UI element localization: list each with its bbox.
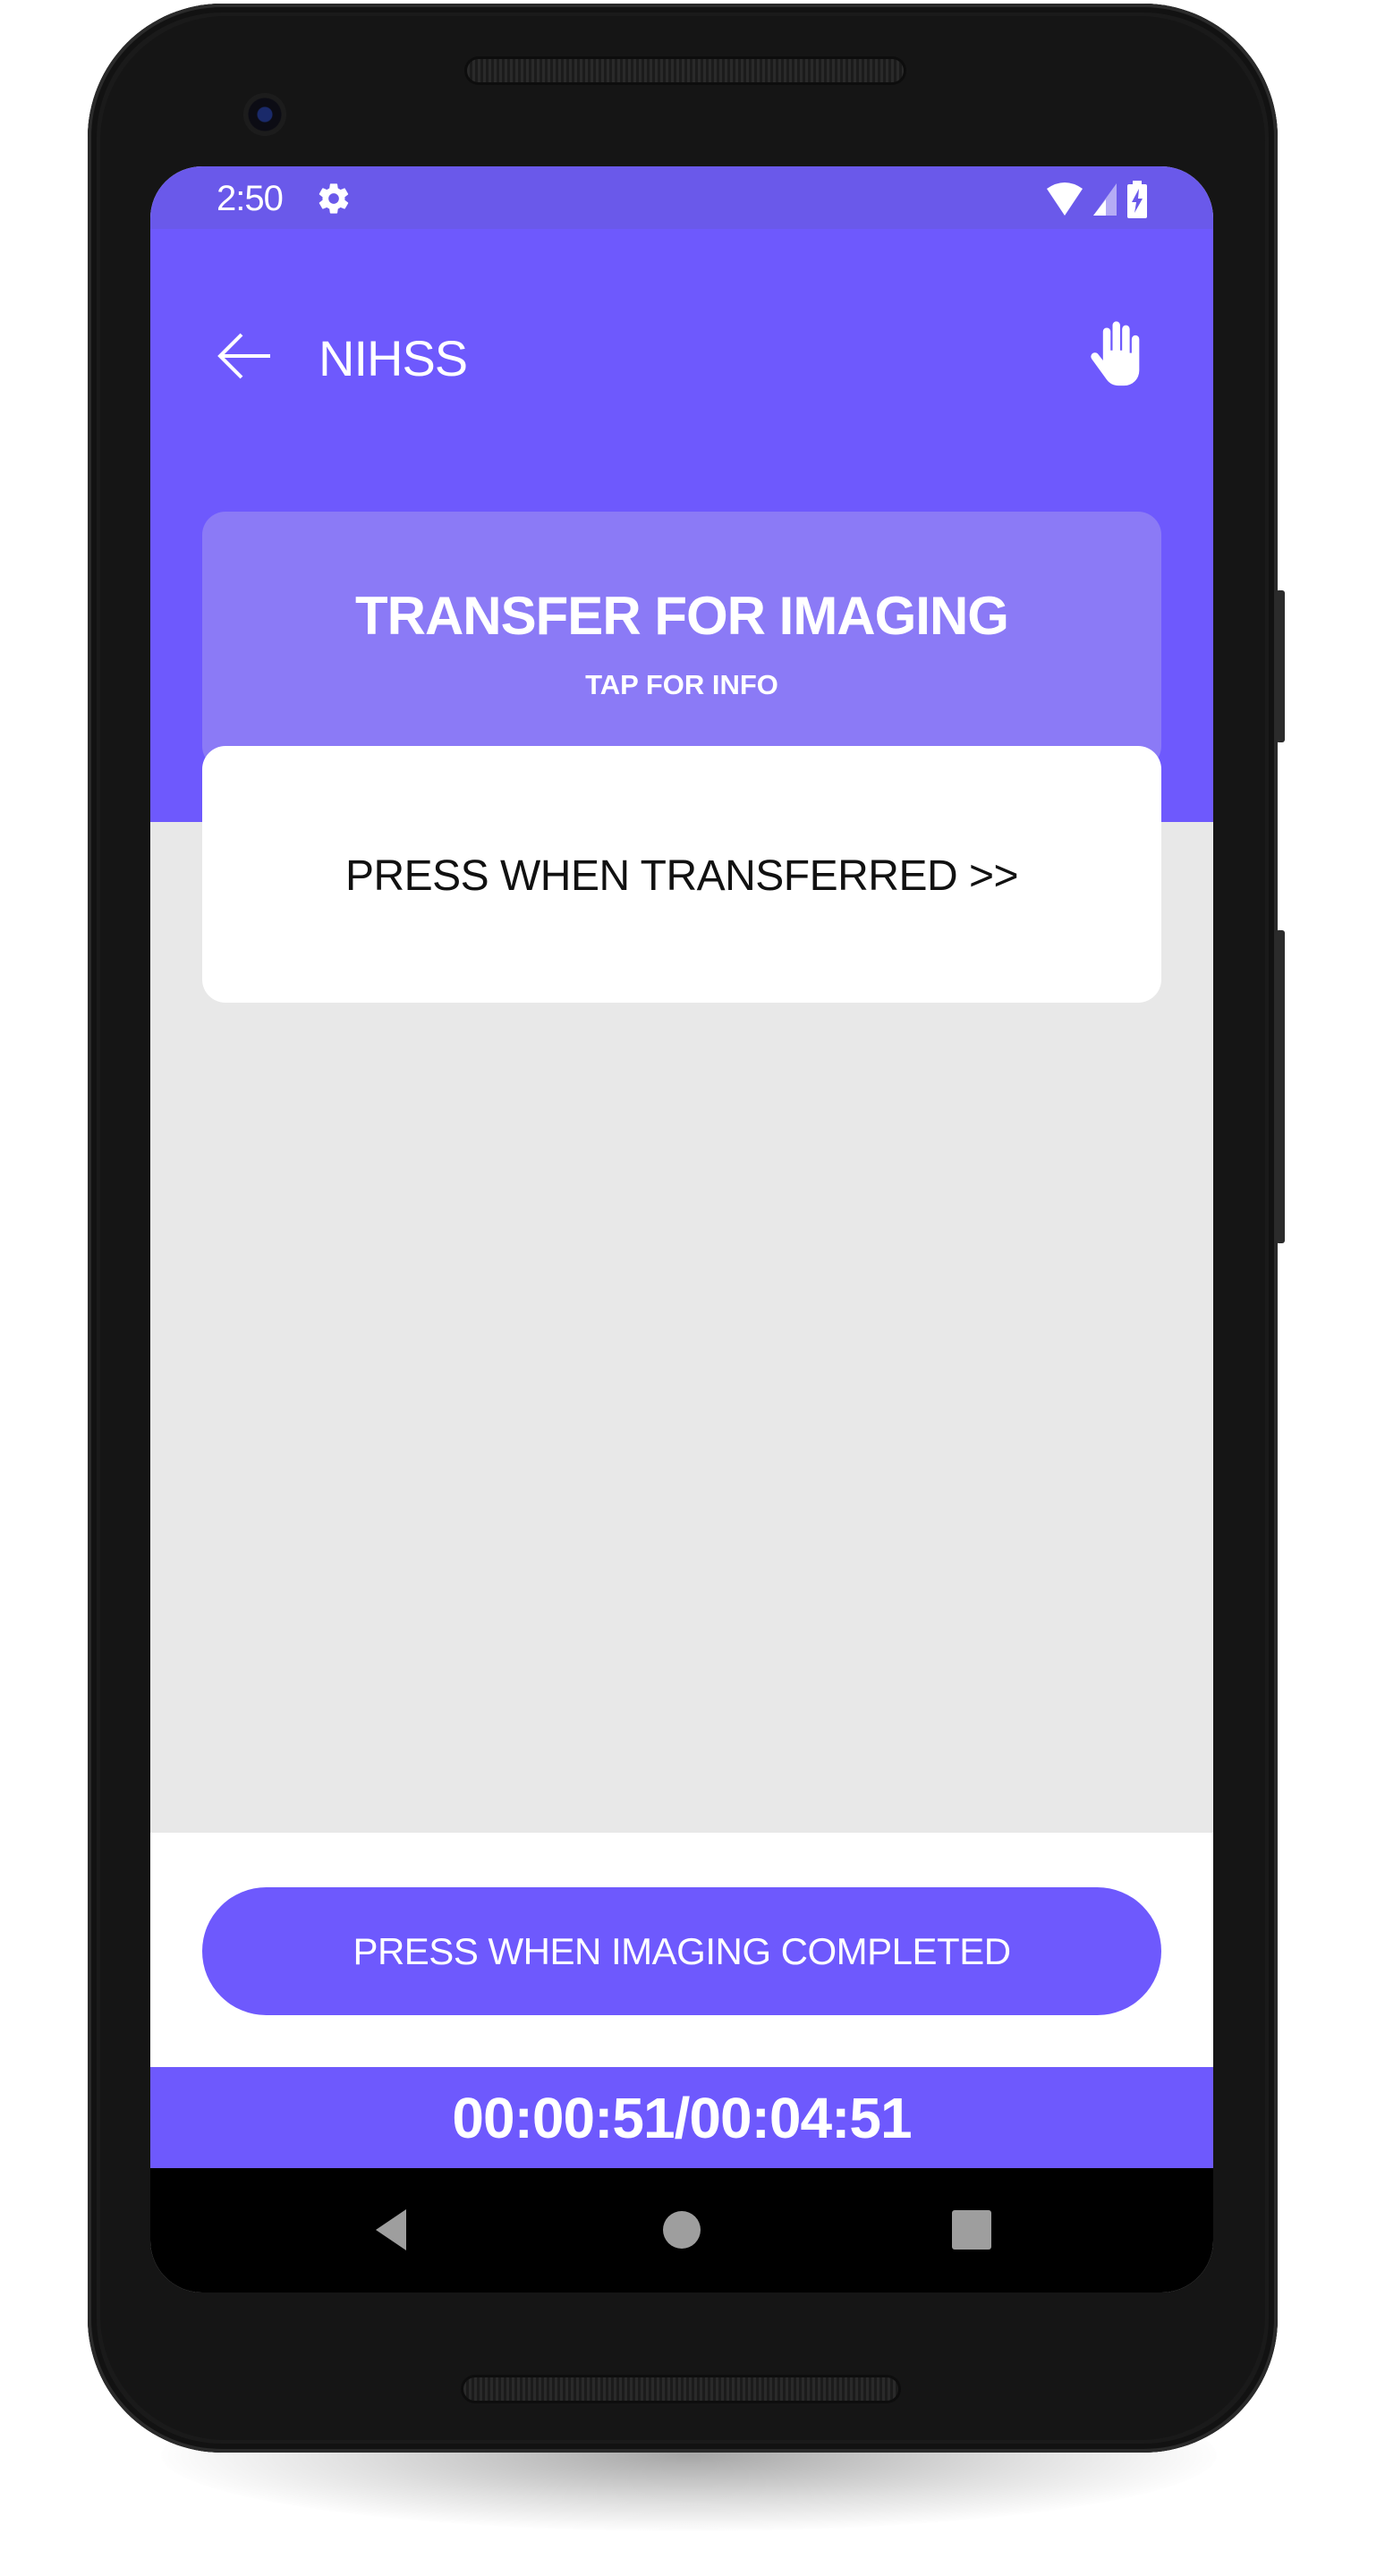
bottom-speaker [463,2377,898,2401]
power-button [1276,590,1285,742]
status-bar: 2:50 [150,166,1213,229]
device-screen: 2:50 NIHSS TRANSFER FOR IMAGING TAP FOR … [150,166,1213,2292]
timer-text: 00:00:51/00:04:51 [452,2086,912,2150]
front-camera [243,93,286,136]
navigation-bar [150,2168,1213,2292]
home-circle-icon[interactable] [659,2207,704,2252]
arrow-left-icon[interactable] [217,329,274,383]
info-card-subtitle: TAP FOR INFO [585,669,778,700]
battery-charging-icon [1127,181,1147,218]
imaging-completed-button[interactable]: PRESS WHEN IMAGING COMPLETED [202,1887,1161,2015]
gear-icon [319,183,349,214]
transferred-button-label: PRESS WHEN TRANSFERRED >> [344,852,1019,900]
wifi-icon [1047,182,1083,216]
bottom-panel: PRESS WHEN IMAGING COMPLETED [150,1833,1213,2067]
recents-square-icon[interactable] [949,2207,994,2252]
imaging-completed-label: PRESS WHEN IMAGING COMPLETED [353,1929,1011,1972]
timer-bar: 00:00:51/00:04:51 [150,2067,1213,2168]
signal-icon [1093,183,1117,216]
app-header: NIHSS TRANSFER FOR IMAGING TAP FOR INFO [150,229,1213,822]
status-time: 2:50 [217,179,284,218]
transferred-button[interactable]: PRESS WHEN TRANSFERRED >> [202,746,1161,1003]
status-icons [1045,181,1149,218]
volume-button [1276,930,1285,1243]
page-title: NIHSS [319,330,468,386]
hand-stop-icon[interactable] [1086,320,1147,388]
info-card-title: TRANSFER FOR IMAGING [355,586,1009,646]
back-triangle-icon[interactable] [370,2207,415,2252]
info-card[interactable]: TRANSFER FOR IMAGING TAP FOR INFO [202,512,1161,769]
top-speaker [467,59,904,82]
